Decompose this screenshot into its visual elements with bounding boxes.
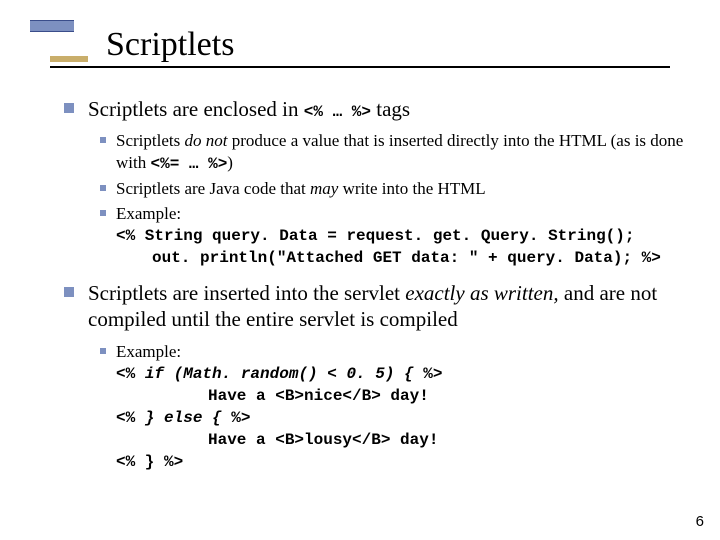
code-line: <% if (Math. random() < 0. 5) { %> — [116, 365, 442, 383]
square-bullet-icon — [100, 348, 106, 354]
page-number: 6 — [696, 513, 704, 530]
square-bullet-icon — [100, 137, 106, 143]
bullet-2-1-text: Example: <% if (Math. random() < 0. 5) {… — [116, 341, 442, 472]
text-italic: do not — [184, 131, 227, 150]
code-line: Have a <B>lousy</B> day! — [116, 431, 438, 449]
text: Scriptlets are enclosed in — [88, 97, 304, 121]
code: %> — [222, 409, 251, 427]
bullet-1-1-text: Scriptlets do not produce a value that i… — [116, 130, 684, 173]
text: Scriptlets are Java code that — [116, 179, 310, 198]
bullet-1-3: Example: <% String query. Data = request… — [100, 203, 684, 268]
code-line: Have a <B>nice</B> day! — [116, 387, 429, 405]
bullet-1-2: Scriptlets are Java code that may write … — [100, 178, 684, 199]
code-text: <%= … %> — [150, 155, 227, 173]
slide-content: Scriptlets are enclosed in <% … %> tags … — [64, 96, 684, 476]
text: tags — [371, 97, 410, 121]
bullet-2: Scriptlets are inserted into the servlet… — [64, 280, 684, 333]
code: %> — [414, 365, 443, 383]
code-line: <% String query. Data = request. get. Qu… — [116, 227, 634, 245]
code-italic: } else { — [145, 409, 222, 427]
bullet-1-3-text: Example: <% String query. Data = request… — [116, 203, 661, 268]
text: Scriptlets — [116, 131, 184, 150]
text: Example: — [116, 342, 181, 361]
title-accent-under — [50, 56, 88, 62]
text: Scriptlets are inserted into the servlet — [88, 281, 405, 305]
code: <% — [116, 409, 145, 427]
bullet-1: Scriptlets are enclosed in <% … %> tags — [64, 96, 684, 122]
code-text: <% … %> — [304, 103, 371, 121]
code-line: out. println("Attached GET data: " + que… — [116, 249, 661, 267]
code-line: <% } else { %> — [116, 409, 250, 427]
text-italic: may — [310, 179, 338, 198]
bullet-1-text: Scriptlets are enclosed in <% … %> tags — [88, 96, 410, 122]
title-bar: Scriptlets — [50, 26, 670, 68]
bullet-2-text: Scriptlets are inserted into the servlet… — [88, 280, 684, 333]
bullet-1-1: Scriptlets do not produce a value that i… — [100, 130, 684, 173]
square-bullet-icon — [64, 103, 74, 113]
code-line: <% } %> — [116, 453, 183, 471]
text: write into the HTML — [338, 179, 485, 198]
square-bullet-icon — [100, 210, 106, 216]
code: <% — [116, 365, 145, 383]
text: ) — [227, 153, 233, 172]
text-italic: exactly as written, — [405, 281, 558, 305]
square-bullet-icon — [100, 185, 106, 191]
slide-title: Scriptlets — [50, 26, 670, 64]
code-italic: if (Math. random() < 0. 5) { — [145, 365, 414, 383]
bullet-1-2-text: Scriptlets are Java code that may write … — [116, 178, 486, 199]
bullet-2-1: Example: <% if (Math. random() < 0. 5) {… — [100, 341, 684, 472]
text: Example: — [116, 204, 181, 223]
square-bullet-icon — [64, 287, 74, 297]
